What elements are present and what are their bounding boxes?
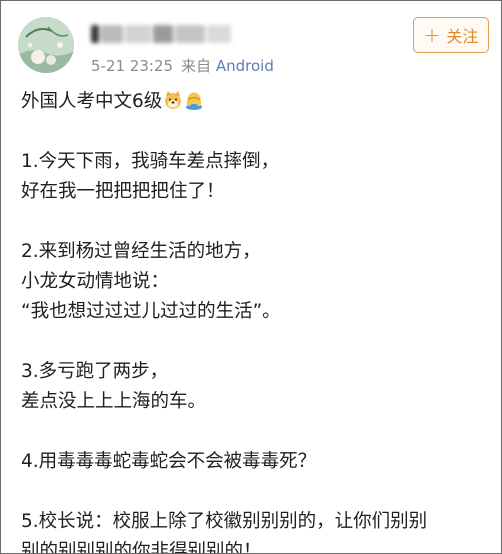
item-1-line-1: 1.今天下雨，我骑车差点摔倒， xyxy=(21,151,280,172)
item-5-line-1: 5.校长说：校服上除了校徽别别别的，让你们别别 xyxy=(21,511,428,532)
doge-emoji-icon xyxy=(165,91,182,109)
item-3-line-1: 3.多亏跑了两步， xyxy=(21,361,169,382)
item-3-line-2: 差点没上上上海的车。 xyxy=(21,391,207,412)
post-content: 外国人考中文6级 1.今天下雨，我骑车差点摔倒， 好在我一把把把把住了！ 2.来… xyxy=(21,87,491,554)
source-prefix: 来自 xyxy=(181,57,212,75)
item-5-line-2: 别的别别别的你非得别别的！ xyxy=(21,541,262,554)
weibo-post-card: 5-21 23:25 来自 Android + 关注 外国人考中文6级 1.今天… xyxy=(0,0,502,554)
device-link[interactable]: Android xyxy=(216,57,274,75)
post-title: 外国人考中文6级 xyxy=(21,87,491,117)
post-time: 5-21 23:25 xyxy=(91,57,174,75)
username-blurred[interactable] xyxy=(91,23,241,45)
post-title-text: 外国人考中文6级 xyxy=(21,91,163,112)
plus-icon: + xyxy=(423,23,441,47)
item-2-line-1: 2.来到杨过曾经生活的地方， xyxy=(21,241,261,262)
avatar-image-icon xyxy=(18,17,74,73)
item-2-line-3: “我也想过过过儿过过的生活”。 xyxy=(21,301,281,322)
item-1-line-2: 好在我一把把把把住了！ xyxy=(21,181,225,202)
post-meta: 5-21 23:25 来自 Android xyxy=(91,55,274,76)
item-2-line-2: 小龙女动情地说： xyxy=(21,271,170,292)
follow-button[interactable]: + 关注 xyxy=(413,17,489,53)
avatar[interactable] xyxy=(18,17,74,73)
item-4-line-1: 4.用毒毒毒蛇毒蛇会不会被毒毒死？ xyxy=(21,451,317,472)
facepalm-emoji-icon xyxy=(186,92,203,110)
follow-label: 关注 xyxy=(446,27,479,46)
